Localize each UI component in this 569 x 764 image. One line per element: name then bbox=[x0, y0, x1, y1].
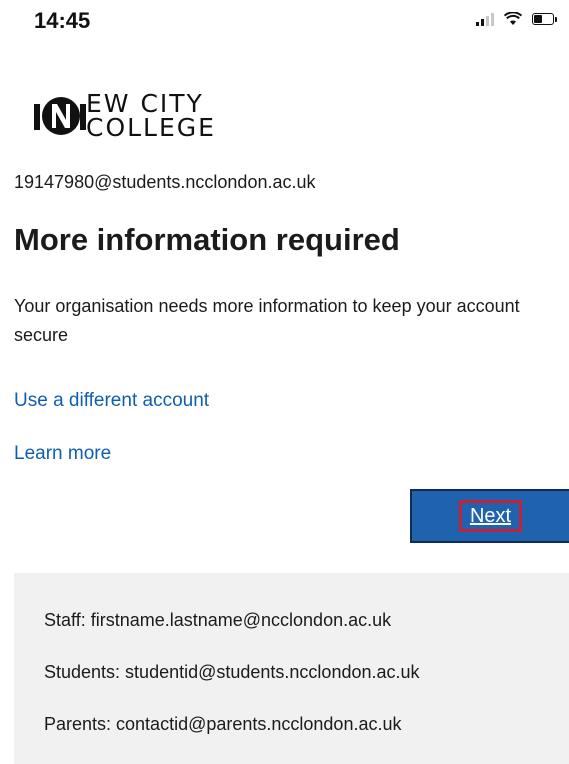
info-staff-format: Staff: firstname.lastname@ncclondon.ac.u… bbox=[44, 610, 392, 630]
cellular-signal-icon bbox=[476, 12, 494, 26]
use-different-account-link[interactable]: Use a different account bbox=[14, 390, 209, 412]
info-panel: Staff: firstname.lastname@ncclondon.ac.u… bbox=[14, 573, 569, 764]
next-button[interactable]: Next bbox=[410, 489, 569, 543]
next-button-label: Next bbox=[458, 500, 523, 532]
status-icons bbox=[476, 12, 557, 26]
logo-text: EW CITY COLLEGE bbox=[86, 91, 216, 142]
account-email: 19147980@students.ncclondon.ac.uk bbox=[14, 172, 316, 192]
page-description: Your organisation needs more information… bbox=[14, 296, 520, 345]
college-logo: EW CITY COLLEGE bbox=[34, 86, 216, 146]
battery-icon bbox=[532, 13, 557, 25]
status-bar: 14:45 bbox=[0, 0, 569, 40]
page-title: More information required bbox=[14, 222, 400, 257]
info-parents-format: Parents: contactid@parents.ncclondon.ac.… bbox=[44, 714, 402, 734]
learn-more-link[interactable]: Learn more bbox=[14, 443, 111, 465]
logo-line-2: COLLEGE bbox=[86, 113, 216, 142]
info-students-format: Students: studentid@students.ncclondon.a… bbox=[44, 662, 420, 682]
new-city-college-n-logo-icon bbox=[34, 97, 86, 135]
wifi-icon bbox=[504, 12, 522, 25]
status-time: 14:45 bbox=[34, 8, 91, 33]
